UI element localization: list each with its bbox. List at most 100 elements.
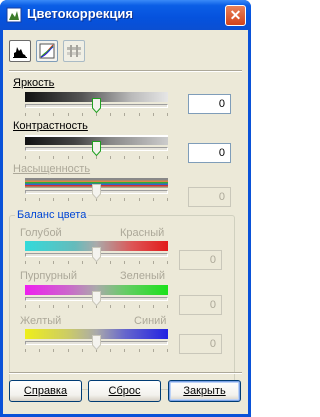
slider-tick <box>82 305 83 308</box>
slider-tick <box>139 305 140 308</box>
slider-tick <box>68 305 69 308</box>
slider-tick <box>110 113 111 116</box>
slider-tick <box>25 349 26 352</box>
slider-tick <box>153 198 154 201</box>
reset-button-label: Сброс <box>108 385 141 397</box>
slider-tick <box>110 156 111 159</box>
slider-tick <box>124 305 125 308</box>
close-icon: ✕ <box>229 7 242 23</box>
app-icon <box>6 7 22 23</box>
slider-tick <box>68 156 69 159</box>
slider-tick <box>124 198 125 201</box>
blue-label: Синий <box>134 315 167 327</box>
slider-tick <box>153 113 154 116</box>
slider-tick <box>39 305 40 308</box>
cyan-red-input[interactable]: 0 <box>179 250 222 270</box>
saturation-slider-thumb[interactable] <box>92 184 101 199</box>
green-label: Зеленый <box>120 270 166 282</box>
close-button-label: Закрыть <box>183 385 226 397</box>
slider-tick <box>124 261 125 264</box>
magenta-label: Пурпурный <box>20 270 77 282</box>
separator <box>9 70 242 72</box>
contrast-slider-thumb[interactable] <box>92 141 101 156</box>
magenta-green-slider-thumb[interactable] <box>92 291 101 306</box>
separator <box>9 372 242 374</box>
slider-tick <box>53 305 54 308</box>
slider-tick <box>68 349 69 352</box>
slider-tick <box>39 261 40 264</box>
red-label: Красный <box>120 227 165 239</box>
color-correction-window: Цветокоррекция ✕ Яркость 0 Контрастность… <box>0 0 251 417</box>
slider-tick <box>153 156 154 159</box>
slider-tick <box>82 349 83 352</box>
window-title: Цветокоррекция <box>27 6 133 21</box>
help-button[interactable]: Справка <box>9 380 82 402</box>
cyan-label: Голубой <box>20 227 62 239</box>
slider-tick <box>139 349 140 352</box>
cyan-red-slider-thumb[interactable] <box>92 247 101 262</box>
histogram-icon <box>13 47 27 58</box>
slider-tick <box>25 305 26 308</box>
slider-tick <box>167 113 168 116</box>
brightness-ticks <box>25 113 168 116</box>
brightness-slider-thumb[interactable] <box>92 98 101 113</box>
slider-tick <box>153 349 154 352</box>
slider-tick <box>53 261 54 264</box>
slider-tick <box>82 261 83 264</box>
slider-tick <box>139 156 140 159</box>
close-window-button[interactable]: ✕ <box>225 5 246 26</box>
color-balance-title: Баланс цвета <box>15 209 89 221</box>
slider-tick <box>167 305 168 308</box>
slider-tick <box>39 198 40 201</box>
saturation-input[interactable]: 0 <box>188 187 231 207</box>
slider-tick <box>167 156 168 159</box>
slider-tick <box>39 349 40 352</box>
brightness-input[interactable]: 0 <box>188 94 231 114</box>
yellow-blue-input[interactable]: 0 <box>179 334 222 354</box>
slider-tick <box>53 349 54 352</box>
slider-tick <box>53 113 54 116</box>
slider-tick <box>53 156 54 159</box>
slider-tick <box>53 198 54 201</box>
help-button-label: Справка <box>23 385 68 397</box>
close-button[interactable]: Закрыть <box>168 380 241 402</box>
slider-tick <box>82 156 83 159</box>
slider-tick <box>167 198 168 201</box>
slider-tick <box>39 113 40 116</box>
slider-tick <box>139 113 140 116</box>
contrast-input[interactable]: 0 <box>188 143 231 163</box>
levels-tool-button[interactable] <box>63 40 85 62</box>
contrast-label: Контрастность <box>13 120 88 132</box>
slider-tick <box>124 113 125 116</box>
color-curve-tool-button[interactable] <box>36 40 58 62</box>
slider-tick <box>167 349 168 352</box>
slider-tick <box>96 156 97 159</box>
slider-tick <box>82 113 83 116</box>
title-bar[interactable]: Цветокоррекция ✕ <box>0 0 251 30</box>
slider-tick <box>124 156 125 159</box>
slider-tick <box>124 349 125 352</box>
slider-tick <box>68 198 69 201</box>
levels-icon <box>67 45 81 57</box>
color-curve-icon <box>39 43 55 59</box>
dialog-client-area: Яркость 0 Контрастность 0 Насыщенность 0… <box>3 30 248 414</box>
slider-tick <box>82 198 83 201</box>
histogram-tool-button[interactable] <box>9 40 31 62</box>
slider-tick <box>139 261 140 264</box>
slider-tick <box>139 198 140 201</box>
slider-tick <box>25 156 26 159</box>
magenta-green-input[interactable]: 0 <box>179 295 222 315</box>
yellow-blue-slider-thumb[interactable] <box>92 335 101 350</box>
slider-tick <box>96 113 97 116</box>
slider-tick <box>68 261 69 264</box>
reset-button[interactable]: Сброс <box>88 380 161 402</box>
slider-tick <box>25 198 26 201</box>
slider-tick <box>110 198 111 201</box>
contrast-ticks <box>25 156 168 159</box>
slider-tick <box>110 349 111 352</box>
brightness-label: Яркость <box>13 77 55 89</box>
slider-tick <box>25 261 26 264</box>
slider-tick <box>110 305 111 308</box>
slider-tick <box>68 113 69 116</box>
saturation-label: Насыщенность <box>13 163 91 175</box>
